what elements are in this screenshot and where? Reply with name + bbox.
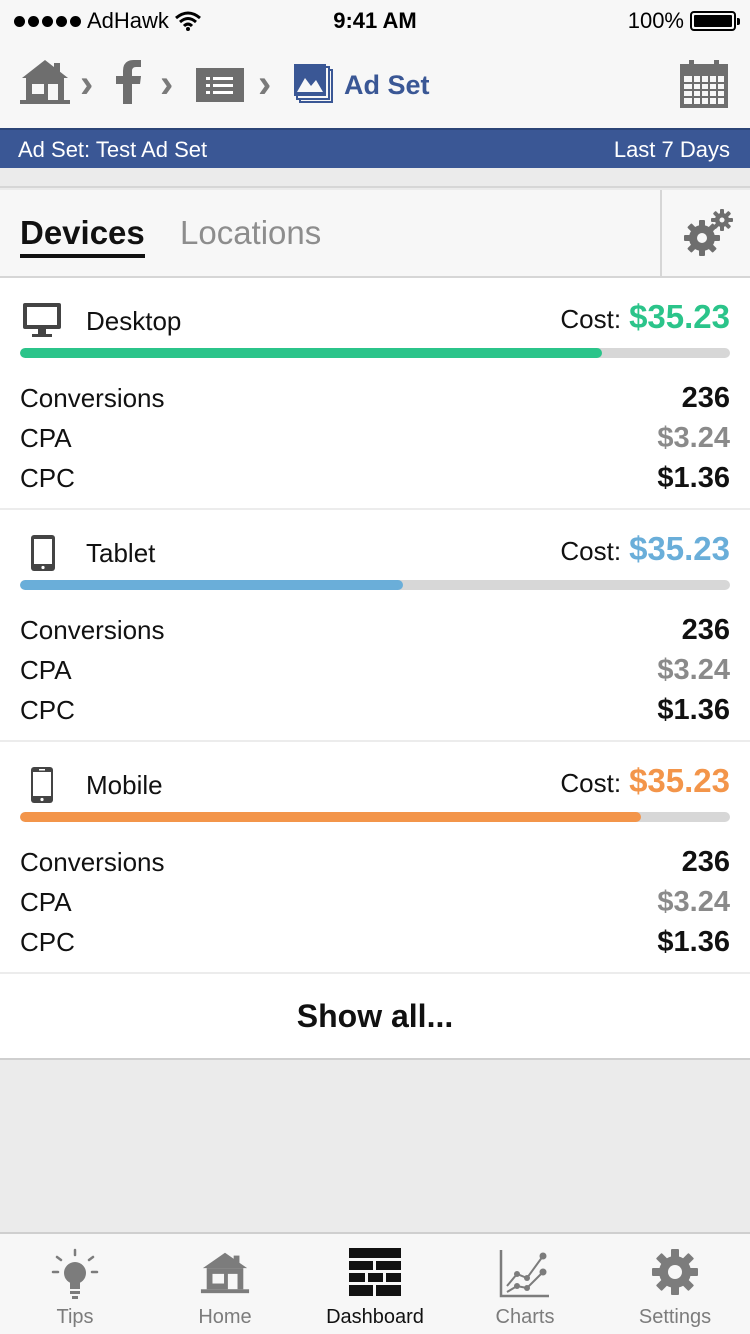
- device-card-tablet[interactable]: Tablet Cost: $35.23 Conversions 236 CPA $3…: [0, 510, 750, 742]
- tab-home[interactable]: Home: [150, 1234, 300, 1334]
- ad-set-name: Ad Set: Test Ad Set: [18, 137, 208, 162]
- cost-progress-fill: [20, 348, 603, 358]
- metric-label: CPC: [20, 926, 75, 957]
- tab-devices[interactable]: Devices: [20, 214, 145, 258]
- metric-value: $3.24: [657, 885, 730, 918]
- desktop-icon: [23, 303, 61, 337]
- metric-row-conversions: Conversions 236: [20, 610, 730, 650]
- metric-row-cpc: CPC $1.36: [20, 458, 730, 498]
- battery-icon: [690, 11, 740, 31]
- cost-progress-bar: [20, 580, 730, 590]
- metric-row-cpa: CPA $3.24: [20, 882, 730, 922]
- list-icon[interactable]: [196, 68, 244, 102]
- metric-label: CPA: [20, 654, 72, 685]
- line-chart-icon: [499, 1250, 549, 1298]
- metric-label: CPA: [20, 422, 72, 453]
- cost-value: $35.23: [629, 762, 730, 799]
- gears-icon: [684, 209, 733, 256]
- tab-dashboard[interactable]: Dashboard: [300, 1234, 450, 1334]
- cost-progress-fill: [20, 812, 642, 822]
- tab-label: Tips: [56, 1306, 94, 1328]
- facebook-icon[interactable]: [114, 60, 142, 104]
- metric-row-conversions: Conversions 236: [20, 842, 730, 882]
- metric-row-cpc: CPC $1.36: [20, 690, 730, 730]
- metric-value: $1.36: [657, 693, 730, 726]
- cost-value: $35.23: [629, 298, 730, 335]
- device-name: Tablet: [86, 538, 156, 568]
- metric-value: 236: [681, 613, 730, 646]
- tab-bar: Tips Home Dashboard Charts Settings: [0, 1232, 750, 1334]
- breadcrumb-chevron-icon: ›: [258, 62, 272, 106]
- home-icon[interactable]: [18, 58, 72, 104]
- tab-locations[interactable]: Locations: [180, 214, 321, 252]
- breadcrumb-chevron-icon: ›: [80, 62, 94, 106]
- tab-tips[interactable]: Tips: [0, 1234, 150, 1334]
- date-range[interactable]: Last 7 Days: [614, 137, 730, 163]
- device-name: Mobile: [86, 770, 163, 800]
- battery-percent: 100%: [627, 8, 684, 33]
- metric-row-cpc: CPC $1.36: [20, 922, 730, 962]
- metric-value: $3.24: [657, 653, 730, 686]
- lightbulb-icon: [51, 1248, 99, 1299]
- device-list: Desktop Cost: $35.23 Conversions 236 CPA $…: [0, 278, 750, 1060]
- tab-label: Charts: [495, 1306, 555, 1328]
- cost-group: Cost: $35.23: [560, 762, 730, 800]
- cost-progress-fill: [20, 580, 404, 590]
- metric-label: Conversions: [20, 614, 165, 645]
- tab-charts[interactable]: Charts: [450, 1234, 600, 1334]
- breadcrumb-chevron-icon: ›: [160, 62, 174, 106]
- cost-progress-bar: [20, 348, 730, 358]
- mobile-icon: [31, 767, 53, 803]
- ad-set-icon: [294, 64, 333, 103]
- metric-value: 236: [681, 381, 730, 414]
- cost-value: $35.23: [629, 530, 730, 567]
- cost-label: Cost:: [560, 536, 622, 566]
- status-bar: AdHawk 9:41 AM 100%: [0, 0, 750, 40]
- metric-label: CPC: [20, 462, 75, 493]
- home-icon: [200, 1252, 250, 1294]
- metric-value: 236: [681, 845, 730, 878]
- metric-row-cpa: CPA $3.24: [20, 418, 730, 458]
- metrics: Conversions 236 CPA $3.24 CPC $1.36: [20, 842, 730, 962]
- cost-group: Cost: $35.23: [560, 298, 730, 336]
- cost-label: Cost:: [560, 304, 622, 334]
- tab-label: Settings: [638, 1306, 712, 1328]
- metric-label: Conversions: [20, 382, 165, 413]
- dashboard-icon: [349, 1248, 401, 1296]
- spacer: [0, 168, 750, 188]
- current-breadcrumb: Ad Set: [344, 70, 430, 100]
- segment-tabs: Devices Locations: [0, 190, 750, 278]
- calendar-icon[interactable]: [680, 60, 728, 108]
- metric-row-conversions: Conversions 236: [20, 378, 730, 418]
- cost-group: Cost: $35.23: [560, 530, 730, 568]
- metric-label: CPA: [20, 886, 72, 917]
- metric-value: $3.24: [657, 421, 730, 454]
- device-card-desktop[interactable]: Desktop Cost: $35.23 Conversions 236 CPA $…: [0, 278, 750, 510]
- device-name: Desktop: [86, 306, 182, 336]
- cost-progress-bar: [20, 812, 730, 822]
- device-card-mobile[interactable]: Mobile Cost: $35.23 Conversions 236 CPA $3…: [0, 742, 750, 974]
- show-all-button[interactable]: Show all...: [0, 974, 750, 1060]
- metrics: Conversions 236 CPA $3.24 CPC $1.36: [20, 610, 730, 730]
- metric-row-cpa: CPA $3.24: [20, 650, 730, 690]
- gear-icon: [652, 1249, 698, 1295]
- filter-settings-button[interactable]: [660, 190, 750, 276]
- battery-group: 100%: [627, 8, 740, 34]
- metric-value: $1.36: [657, 461, 730, 494]
- ad-set-info-bar: Ad Set: Test Ad Set Last 7 Days: [0, 128, 750, 168]
- tab-settings[interactable]: Settings: [600, 1234, 750, 1334]
- metric-label: CPC: [20, 694, 75, 725]
- tab-label: Home: [198, 1306, 252, 1328]
- metric-label: Conversions: [20, 846, 165, 877]
- metric-value: $1.36: [657, 925, 730, 958]
- tablet-icon: [31, 535, 55, 571]
- metrics: Conversions 236 CPA $3.24 CPC $1.36: [20, 378, 730, 498]
- navigation-bar: › › › Ad Set: [0, 40, 750, 128]
- cost-label: Cost:: [560, 768, 622, 798]
- tab-label: Dashboard: [326, 1306, 424, 1328]
